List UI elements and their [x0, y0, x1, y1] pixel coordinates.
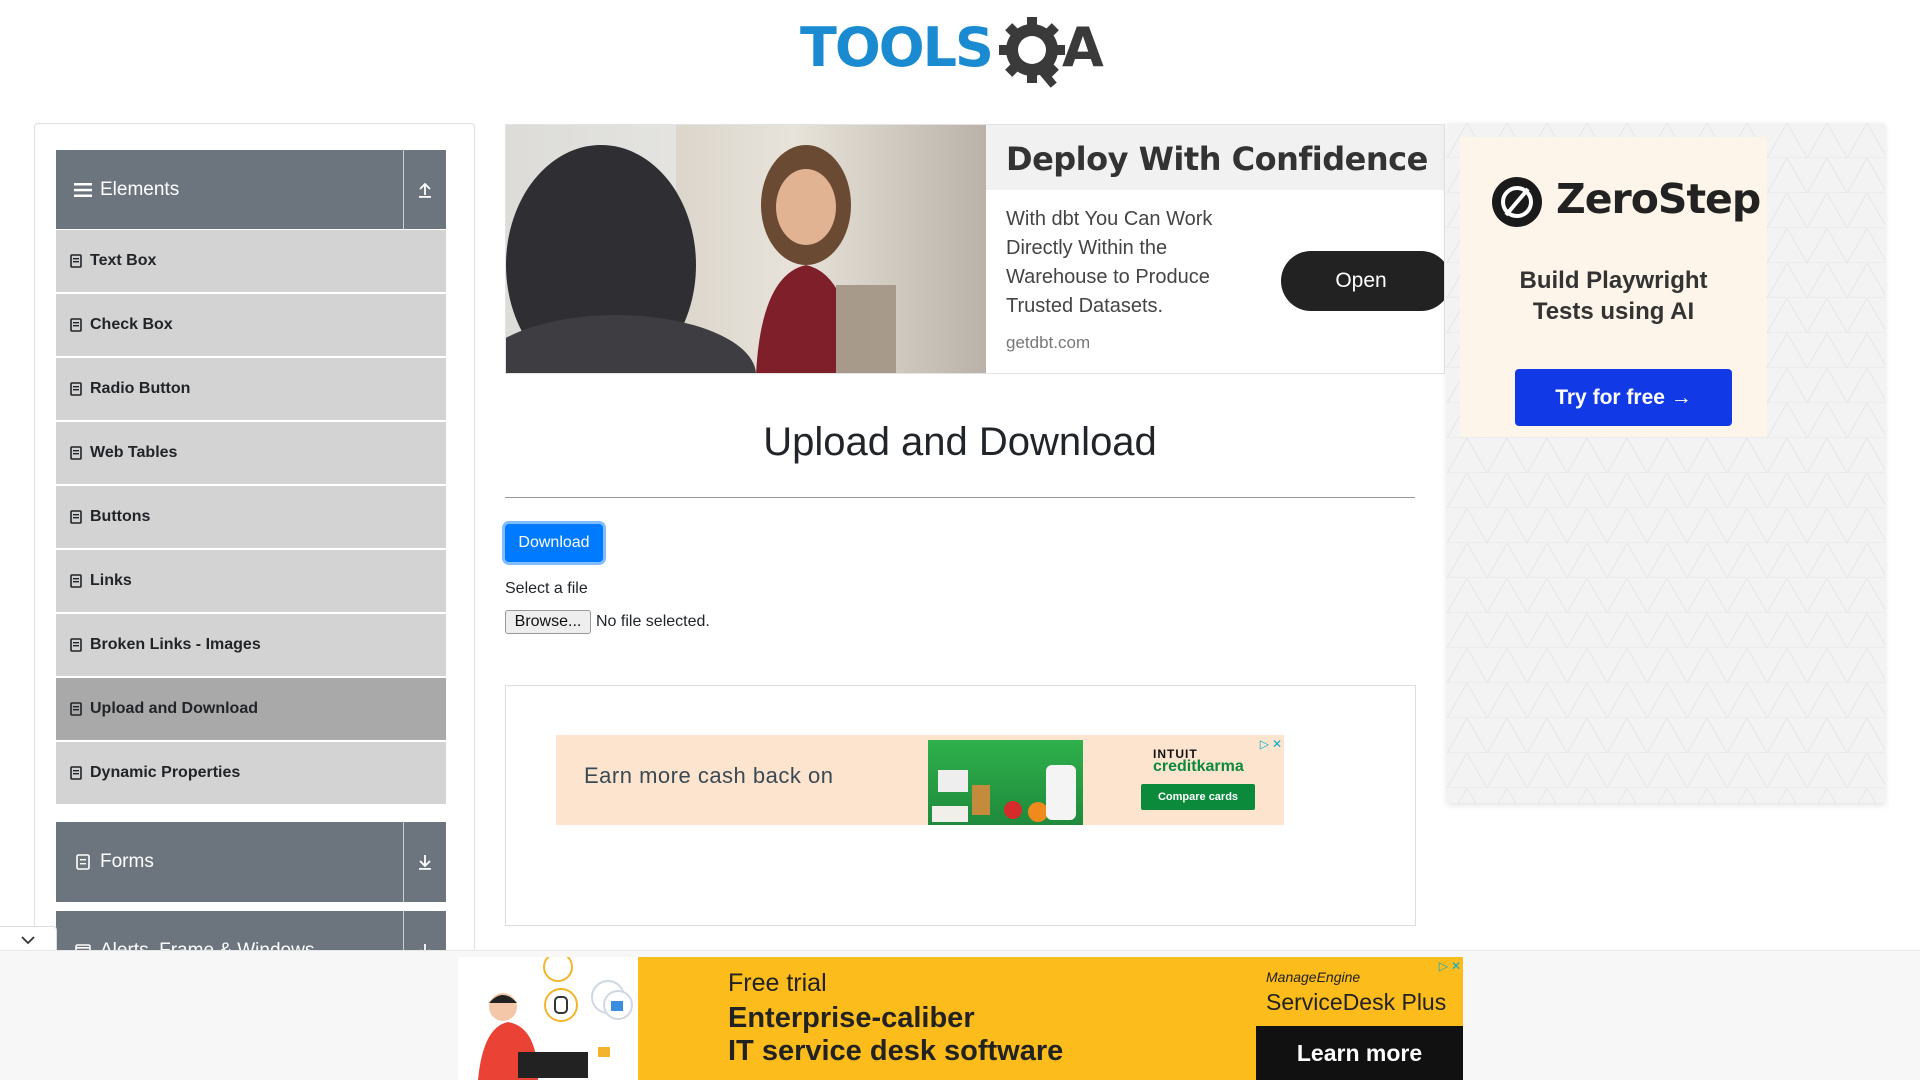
- adchoices-icon[interactable]: ▷: [1439, 959, 1448, 973]
- close-icon[interactable]: ✕: [1272, 737, 1282, 751]
- ad-title: Deploy With Confidence: [1006, 140, 1428, 178]
- group-divider: [403, 822, 404, 902]
- ad-brand-small: ManageEngine: [1266, 969, 1361, 985]
- svg-text:A: A: [1062, 16, 1104, 79]
- browse-button[interactable]: Browse...: [505, 610, 591, 634]
- group-label-elements: Elements: [100, 179, 180, 200]
- menu-item-label: Dynamic Properties: [90, 764, 241, 781]
- zerostep-logo-icon: [1492, 177, 1542, 227]
- file-icon: [70, 382, 82, 396]
- ad-line2: Enterprise-caliber: [728, 1002, 975, 1034]
- ad-illustration: [458, 957, 638, 1080]
- menu-item-broken-links[interactable]: Broken Links - Images: [56, 613, 446, 677]
- menu-item-label: Web Tables: [90, 444, 178, 461]
- file-icon: [70, 766, 82, 780]
- file-icon: [70, 574, 82, 588]
- ad-brand-big: ServiceDesk Plus: [1266, 989, 1447, 1015]
- expand-down-icon[interactable]: [404, 853, 446, 871]
- toolsqa-logo[interactable]: TOOLS A: [800, 14, 1125, 94]
- menu-item-label: Upload and Download: [90, 700, 258, 717]
- tagline-line2: Tests using AI: [1532, 298, 1695, 325]
- download-button[interactable]: Download: [505, 524, 603, 562]
- menu-item-label: Broken Links - Images: [90, 636, 261, 653]
- try-for-free-button[interactable]: Try for free →: [1515, 369, 1732, 426]
- ad-domain[interactable]: getdbt.com: [1006, 333, 1090, 353]
- file-icon: [70, 318, 82, 332]
- ad-line1: Free trial: [728, 969, 827, 997]
- menu-item-label: Text Box: [90, 252, 157, 269]
- ad-open-button[interactable]: Open: [1281, 251, 1444, 311]
- menu-item-radio-button[interactable]: Radio Button: [56, 357, 446, 421]
- dbt-ad-banner[interactable]: Deploy With Confidence With dbt You Can …: [505, 124, 1445, 374]
- learn-more-button[interactable]: Learn more: [1256, 1026, 1463, 1080]
- zerostep-tagline: Build Playwright Tests using AI: [1460, 265, 1767, 327]
- manageengine-ad[interactable]: Free trial Enterprise-caliber IT service…: [458, 957, 1463, 1080]
- menu-item-buttons[interactable]: Buttons: [56, 485, 446, 549]
- form-icon: [72, 851, 94, 873]
- group-divider: [403, 150, 404, 230]
- creditkarma-ad[interactable]: Earn more cash back on INTUIT creditkarm…: [556, 735, 1284, 825]
- title-divider: [505, 497, 1415, 498]
- menu-item-dynamic-properties[interactable]: Dynamic Properties: [56, 741, 446, 805]
- menu-item-web-tables[interactable]: Web Tables: [56, 421, 446, 485]
- file-icon: [70, 638, 82, 652]
- left-sidebar: Elements Text Box Check Box Radio Button…: [34, 123, 475, 963]
- ad-body-text: With dbt You Can Work Directly Within th…: [1006, 208, 1213, 317]
- zerostep-card: ZeroStep Build Playwright Tests using AI…: [1460, 137, 1767, 437]
- tagline-line1: Build Playwright: [1519, 267, 1708, 294]
- ad-text: Earn more cash back on: [584, 763, 834, 788]
- group-header-forms[interactable]: Forms: [56, 822, 446, 902]
- ad-product-image: [928, 740, 1083, 825]
- zerostep-brand: ZeroStep: [1556, 175, 1761, 223]
- adchoices[interactable]: ▷ ✕: [1260, 737, 1282, 751]
- zerostep-ad[interactable]: ZeroStep Build Playwright Tests using AI…: [1447, 123, 1885, 803]
- adchoices-icon[interactable]: ▷: [1260, 737, 1269, 751]
- compare-cards-button[interactable]: Compare cards: [1141, 784, 1255, 810]
- hamburger-icon: [72, 179, 94, 201]
- ad-line3: IT service desk software: [728, 1035, 1064, 1067]
- elements-menu-list: Text Box Check Box Radio Button Web Tabl…: [56, 229, 446, 805]
- adchoices[interactable]: ▷ ✕: [1439, 959, 1461, 973]
- menu-item-label: Check Box: [90, 316, 173, 333]
- svg-text:TOOLS: TOOLS: [800, 16, 992, 79]
- site-header: TOOLS A: [0, 0, 1920, 110]
- page-title: Upload and Download: [763, 420, 1157, 464]
- menu-item-label: Links: [90, 572, 132, 589]
- file-icon: [70, 702, 82, 716]
- chevron-down-icon: [21, 936, 35, 945]
- menu-item-label: Radio Button: [90, 380, 191, 397]
- menu-item-text-box[interactable]: Text Box: [56, 229, 446, 293]
- ad-brand-line2: creditkarma: [1153, 758, 1244, 775]
- menu-item-upload-download[interactable]: Upload and Download: [56, 677, 446, 741]
- file-icon: [70, 254, 82, 268]
- collapse-up-icon[interactable]: [404, 181, 446, 199]
- file-icon: [70, 510, 82, 524]
- file-status-text: No file selected.: [596, 613, 710, 630]
- group-label-forms: Forms: [100, 851, 154, 872]
- file-icon: [70, 446, 82, 460]
- ad-photo: [506, 125, 986, 373]
- group-header-elements[interactable]: Elements: [56, 150, 446, 230]
- menu-item-check-box[interactable]: Check Box: [56, 293, 446, 357]
- close-icon[interactable]: ✕: [1451, 959, 1461, 973]
- select-file-label: Select a file: [505, 580, 588, 597]
- menu-item-label: Buttons: [90, 508, 151, 525]
- menu-item-links[interactable]: Links: [56, 549, 446, 613]
